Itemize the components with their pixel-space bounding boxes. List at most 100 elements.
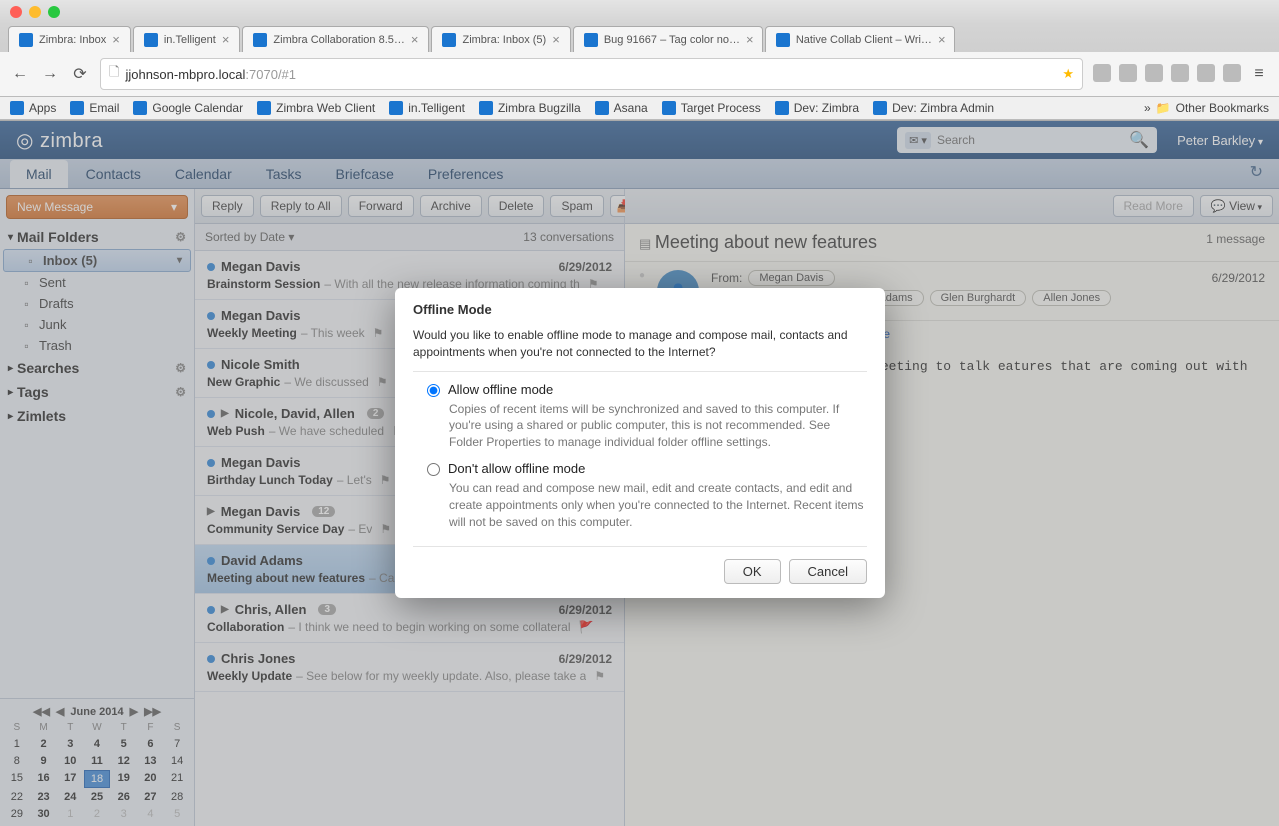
cal-day[interactable]: 6	[138, 736, 164, 752]
browser-tab[interactable]: Zimbra: Inbox (5)×	[431, 26, 570, 52]
conversation-item[interactable]: Chris Jones6/29/2012Weekly Update – See …	[195, 643, 624, 692]
url-bar[interactable]: 🗋 jjohnson-mbpro.local:7070/#1 ★	[100, 58, 1083, 90]
folder-junk[interactable]: ▫Junk	[0, 314, 194, 335]
window-minimize[interactable]	[29, 6, 41, 18]
flag-icon[interactable]: 🚩	[579, 620, 594, 634]
ext-icon[interactable]	[1171, 64, 1189, 82]
view-menu[interactable]: 💬 View	[1200, 195, 1273, 217]
app-tab-contacts[interactable]: Contacts	[70, 160, 157, 188]
cal-day[interactable]: 1	[57, 806, 83, 822]
search-input[interactable]	[937, 133, 1129, 147]
bookmark-item[interactable]: Target Process	[662, 101, 761, 115]
flag-icon[interactable]: ⚑	[594, 669, 605, 683]
disallow-offline-radio[interactable]	[427, 463, 440, 476]
cal-next-month[interactable]: ▶▶	[144, 705, 161, 718]
allow-offline-option[interactable]: Allow offline mode	[427, 382, 867, 397]
cal-day[interactable]: 14	[164, 753, 190, 769]
from-pill[interactable]: Megan Davis	[748, 270, 834, 286]
read-more-button[interactable]: Read More	[1113, 195, 1194, 217]
app-tab-calendar[interactable]: Calendar	[159, 160, 248, 188]
cal-day[interactable]: 12	[111, 753, 137, 769]
flag-icon[interactable]: ⚑	[380, 522, 391, 536]
window-close[interactable]	[10, 6, 22, 18]
to-pill[interactable]: Allen Jones	[1032, 290, 1111, 306]
cal-day[interactable]: 10	[57, 753, 83, 769]
app-tab-briefcase[interactable]: Briefcase	[320, 160, 410, 188]
cal-day[interactable]: 20	[138, 770, 164, 788]
forward-button[interactable]: Forward	[348, 195, 414, 217]
cal-day[interactable]: 9	[31, 753, 57, 769]
cal-day[interactable]: 15	[4, 770, 30, 788]
bookmark-item[interactable]: Apps	[10, 101, 56, 115]
app-tab-mail[interactable]: Mail	[10, 160, 68, 188]
cal-day[interactable]: 25	[84, 789, 110, 805]
cal-day[interactable]: 17	[57, 770, 83, 788]
cal-day[interactable]: 5	[164, 806, 190, 822]
flag-icon[interactable]: ⚑	[373, 326, 384, 340]
close-icon[interactable]: ×	[222, 32, 230, 47]
sort-control[interactable]: Sorted by Date ▾	[205, 230, 294, 244]
cal-day[interactable]: 5	[111, 736, 137, 752]
menu-icon[interactable]: ≡	[1249, 64, 1269, 84]
browser-tab[interactable]: Zimbra Collaboration 8.5…×	[242, 26, 429, 52]
ok-button[interactable]: OK	[724, 559, 781, 584]
cal-day[interactable]: 29	[4, 806, 30, 822]
ext-icon[interactable]	[1197, 64, 1215, 82]
to-pill[interactable]: Glen Burghardt	[930, 290, 1027, 306]
search-icon[interactable]: 🔍	[1129, 130, 1149, 150]
browser-tab[interactable]: Bug 91667 – Tag color no…×	[573, 26, 763, 52]
forward-button[interactable]: →	[40, 64, 60, 84]
gear-icon[interactable]: ⚙	[175, 385, 186, 399]
bookmark-item[interactable]: Dev: Zimbra Admin	[873, 101, 994, 115]
expand-icon[interactable]: ▶	[221, 604, 229, 615]
delete-button[interactable]: Delete	[488, 195, 545, 217]
expand-icon[interactable]: ▶	[207, 506, 215, 517]
allow-offline-radio[interactable]	[427, 384, 440, 397]
app-tab-preferences[interactable]: Preferences	[412, 160, 519, 188]
ext-icon[interactable]	[1093, 64, 1111, 82]
cal-day[interactable]: 23	[31, 789, 57, 805]
cal-day[interactable]: 11	[84, 753, 110, 769]
cal-day[interactable]: 26	[111, 789, 137, 805]
folder-sent[interactable]: ▫Sent	[0, 272, 194, 293]
archive-button[interactable]: Archive	[420, 195, 482, 217]
browser-tab[interactable]: Native Collab Client – Wri…×	[765, 26, 955, 52]
bookmark-item[interactable]: Google Calendar	[133, 101, 243, 115]
close-icon[interactable]: ×	[411, 32, 419, 47]
cal-day[interactable]: 24	[57, 789, 83, 805]
browser-tab[interactable]: in.Telligent×	[133, 26, 241, 52]
ext-icon[interactable]	[1223, 64, 1241, 82]
reply-all-button[interactable]: Reply to All	[260, 195, 342, 217]
cancel-button[interactable]: Cancel	[789, 559, 867, 584]
cal-next[interactable]: ▶	[130, 705, 138, 718]
section-tags[interactable]: Tags⚙	[0, 380, 194, 404]
cal-day[interactable]: 22	[4, 789, 30, 805]
cal-day[interactable]: 4	[84, 736, 110, 752]
folder-inbox[interactable]: ▫Inbox (5)	[3, 249, 191, 272]
spam-button[interactable]: Spam	[550, 195, 603, 217]
app-tab-tasks[interactable]: Tasks	[250, 160, 318, 188]
cal-prev-month[interactable]: ◀◀	[33, 705, 50, 718]
cal-day[interactable]: 2	[31, 736, 57, 752]
search-scope-icon[interactable]: ✉ ▾	[905, 132, 931, 149]
cal-prev[interactable]: ◀	[56, 705, 64, 718]
cal-day[interactable]: 18	[84, 770, 110, 788]
cal-day[interactable]: 27	[138, 789, 164, 805]
reply-button[interactable]: Reply	[201, 195, 254, 217]
cal-day[interactable]: 3	[111, 806, 137, 822]
gear-icon[interactable]: ⚙	[175, 361, 186, 375]
refresh-icon[interactable]: ↻	[1244, 156, 1269, 188]
cal-day[interactable]: 30	[31, 806, 57, 822]
cal-day[interactable]: 21	[164, 770, 190, 788]
cal-day[interactable]: 16	[31, 770, 57, 788]
close-icon[interactable]: ×	[552, 32, 560, 47]
star-icon[interactable]: ★	[1062, 66, 1074, 82]
ext-icon[interactable]	[1145, 64, 1163, 82]
new-message-button[interactable]: New Message ▾	[6, 195, 188, 219]
close-icon[interactable]: ×	[938, 32, 946, 47]
disallow-offline-option[interactable]: Don't allow offline mode	[427, 461, 867, 476]
search-box[interactable]: ✉ ▾ 🔍	[897, 127, 1157, 153]
cal-day[interactable]: 28	[164, 789, 190, 805]
gear-icon[interactable]: ⚙	[175, 230, 186, 244]
reload-button[interactable]: ⟳	[70, 64, 90, 84]
